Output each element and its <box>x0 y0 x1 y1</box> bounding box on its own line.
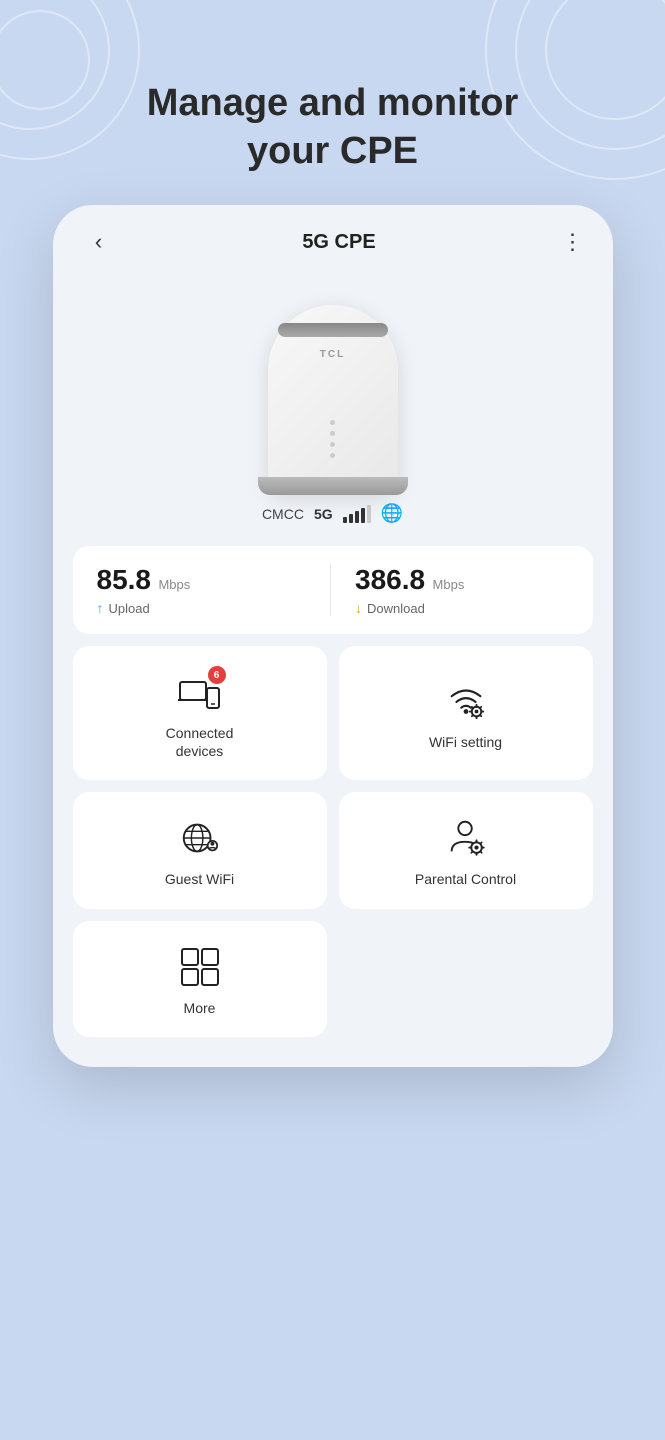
wifi-setting-label: WiFi setting <box>429 733 502 751</box>
router-base <box>258 477 408 495</box>
page-title: Manage and monitor your CPE <box>0 80 665 175</box>
guest-wifi-label: Guest WiFi <box>165 870 234 888</box>
router-ring <box>278 323 388 337</box>
upload-value: 85.8 <box>97 564 152 595</box>
phone-header: ‹ 5G CPE ⋮ <box>53 205 613 265</box>
back-button[interactable]: ‹ <box>81 229 117 255</box>
parental-control-label: Parental Control <box>415 870 516 888</box>
devices-icon: 6 <box>178 670 222 714</box>
connected-devices-button[interactable]: 6 Connecteddevices <box>73 646 327 780</box>
download-unit: Mbps <box>433 577 465 592</box>
download-stat: 386.8 Mbps ↓ Download <box>331 564 569 616</box>
upload-label: ↑ Upload <box>97 600 311 616</box>
router-dots <box>330 420 335 458</box>
feature-menu-grid: 6 Connecteddevices <box>73 646 593 1037</box>
network-info: CMCC 5G 🌐 <box>262 503 403 524</box>
network-generation: 5G <box>314 506 333 522</box>
phone-screen-title: 5G CPE <box>302 231 375 254</box>
router-image: TCL <box>233 275 433 495</box>
phone-mockup: ‹ 5G CPE ⋮ TCL CMCC 5G <box>53 205 613 1067</box>
wifi-setting-button[interactable]: WiFi setting <box>339 646 593 780</box>
speed-stats-card: 85.8 Mbps ↑ Upload 386.8 Mbps ↓ Download <box>73 546 593 634</box>
signal-strength-indicator <box>343 505 371 523</box>
upload-unit: Mbps <box>158 577 190 592</box>
router-brand: TCL <box>320 349 345 360</box>
guest-wifi-button[interactable]: Guest WiFi <box>73 792 327 908</box>
download-value: 386.8 <box>355 564 425 595</box>
download-arrow-icon: ↓ <box>355 600 362 616</box>
network-name: CMCC <box>262 506 304 522</box>
connected-devices-label: Connecteddevices <box>166 724 234 760</box>
more-label: More <box>184 999 216 1017</box>
globe-icon: 🌐 <box>381 503 403 524</box>
guest-wifi-icon <box>178 816 222 860</box>
hero-section: Manage and monitor your CPE <box>0 0 665 205</box>
more-apps-icon <box>178 945 222 989</box>
wifi-settings-icon <box>444 679 488 723</box>
router-display: TCL CMCC 5G 🌐 <box>53 265 613 534</box>
upload-arrow-icon: ↑ <box>97 600 104 616</box>
devices-badge: 6 <box>208 666 226 684</box>
more-menu-button[interactable]: ⋮ <box>561 229 584 255</box>
upload-stat: 85.8 Mbps ↑ Upload <box>97 564 332 616</box>
parental-control-icon <box>444 816 488 860</box>
download-label: ↓ Download <box>355 600 569 616</box>
parental-control-button[interactable]: Parental Control <box>339 792 593 908</box>
more-button[interactable]: More <box>73 921 327 1037</box>
